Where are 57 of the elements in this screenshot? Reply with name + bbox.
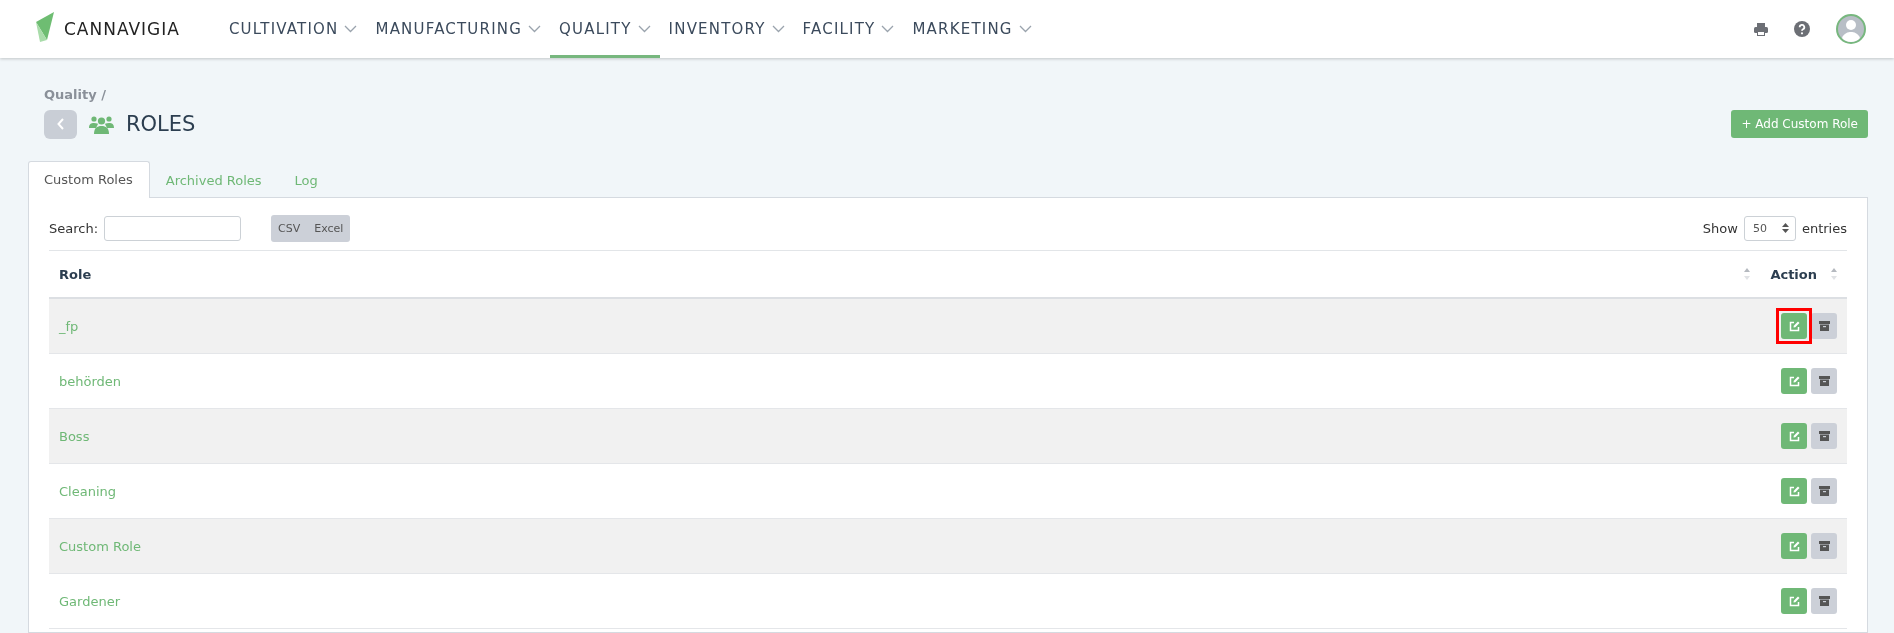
chevron-down-icon xyxy=(771,25,785,33)
archive-button[interactable] xyxy=(1811,588,1837,614)
help-icon[interactable] xyxy=(1794,21,1810,37)
up-down-arrows-icon xyxy=(1781,223,1789,233)
edit-icon xyxy=(1788,375,1800,387)
back-button[interactable] xyxy=(44,109,77,139)
archive-button[interactable] xyxy=(1811,478,1837,504)
nav-menu-item[interactable]: INVENTORY xyxy=(659,0,794,58)
edit-icon xyxy=(1788,430,1800,442)
edit-button[interactable] xyxy=(1781,533,1807,559)
archive-box-icon xyxy=(1818,541,1830,551)
printer-icon[interactable] xyxy=(1754,22,1768,36)
nav-menu-item[interactable]: FACILITY xyxy=(793,0,904,58)
export-button[interactable]: CSV xyxy=(271,214,308,242)
brand-name: CANNAVIGIA xyxy=(64,19,180,39)
edit-button[interactable] xyxy=(1781,423,1807,449)
users-icon xyxy=(89,114,114,134)
archive-box-icon xyxy=(1818,486,1830,496)
archive-button[interactable] xyxy=(1811,313,1837,339)
archive-button[interactable] xyxy=(1811,368,1837,394)
column-header[interactable]: Role xyxy=(59,266,92,282)
sort-icon[interactable] xyxy=(1831,268,1837,280)
edit-icon xyxy=(1788,540,1800,552)
edit-button[interactable] xyxy=(1781,368,1807,394)
page-length-select[interactable]: 50 xyxy=(1743,215,1796,241)
archive-box-icon xyxy=(1818,431,1830,441)
chevron-left-icon xyxy=(56,118,65,130)
archive-button[interactable] xyxy=(1811,423,1837,449)
show-label: Show xyxy=(1702,220,1738,236)
archive-box-icon xyxy=(1818,321,1830,331)
chevron-down-icon xyxy=(637,25,651,33)
chevron-down-icon xyxy=(344,25,358,33)
edit-button[interactable] xyxy=(1781,478,1807,504)
tab[interactable]: Custom Roles xyxy=(28,161,150,198)
column-header[interactable]: Action xyxy=(1770,266,1817,282)
entries-label: entries xyxy=(1801,220,1847,236)
edit-icon xyxy=(1788,595,1800,607)
edit-icon xyxy=(1788,320,1800,332)
export-button[interactable]: Excel xyxy=(307,214,351,242)
archive-box-icon xyxy=(1818,376,1830,386)
search-label: Search: xyxy=(49,220,99,236)
page-title: ROLES xyxy=(126,112,196,136)
chevron-down-icon xyxy=(528,25,542,33)
edit-button[interactable] xyxy=(1781,588,1807,614)
nav-menu-item[interactable]: MANUFACTURING xyxy=(366,0,551,58)
avatar-icon[interactable] xyxy=(1836,14,1866,44)
edit-icon xyxy=(1788,485,1800,497)
chevron-down-icon xyxy=(1018,25,1032,33)
breadcrumb[interactable]: Quality / xyxy=(44,87,1868,102)
nav-menu-item[interactable]: MARKETING xyxy=(903,0,1041,58)
search-field[interactable] xyxy=(104,215,242,241)
archive-box-icon xyxy=(1818,596,1830,606)
chevron-down-icon xyxy=(881,25,895,33)
archive-button[interactable] xyxy=(1811,533,1837,559)
nav-menu-item[interactable]: CULTIVATION xyxy=(219,0,367,58)
nav-menu-item[interactable]: QUALITY xyxy=(550,0,660,58)
sort-icon[interactable] xyxy=(1744,268,1751,280)
